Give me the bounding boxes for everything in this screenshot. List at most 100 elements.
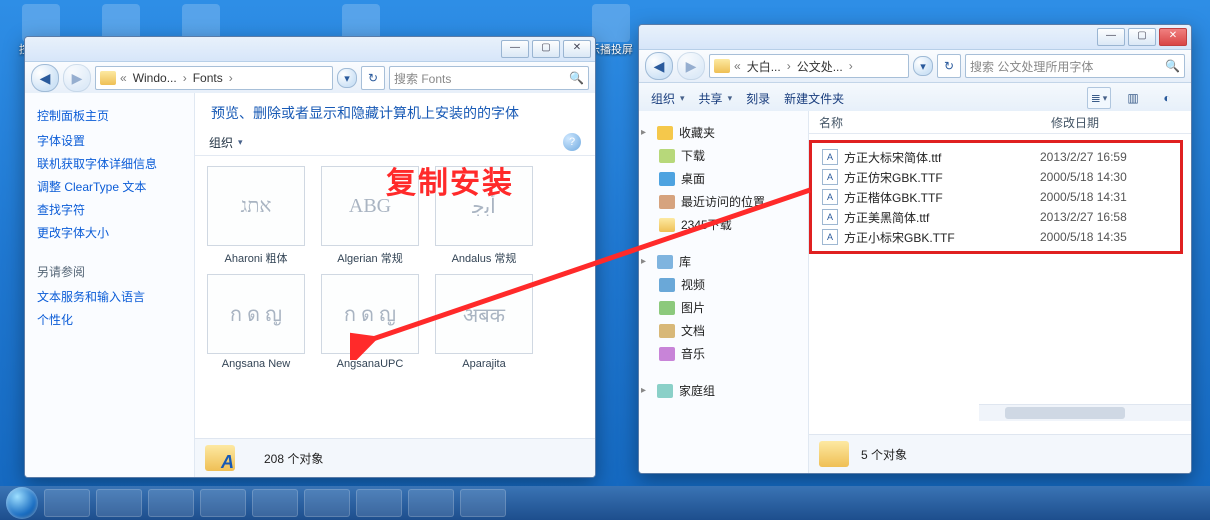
tree-downloads[interactable]: 下载 <box>641 144 808 167</box>
breadcrumb-back[interactable]: « <box>732 59 743 73</box>
search-input[interactable]: 搜索 公文处理所用字体 🔍 <box>965 54 1185 78</box>
tree-2345[interactable]: 2345下载 <box>641 213 808 236</box>
tree-documents[interactable]: 文档 <box>641 319 808 342</box>
sidebar-link-cleartype[interactable]: 调整 ClearType 文本 <box>37 178 194 195</box>
titlebar[interactable]: — ▢ ✕ <box>639 25 1191 50</box>
sidebar-header: 控制面板主页 <box>37 107 194 124</box>
new-folder-button[interactable]: 新建文件夹 <box>784 90 844 107</box>
homegroup-icon <box>657 384 673 398</box>
taskbar-item[interactable] <box>148 489 194 517</box>
titlebar[interactable]: — ▢ ✕ <box>25 37 595 62</box>
nav-row: ◀ ▶ « Windo... › Fonts › ▾ ↻ 搜索 Fonts 🔍 <box>25 62 595 95</box>
font-file-icon: A <box>822 209 838 225</box>
taskbar-item[interactable] <box>44 489 90 517</box>
address-bar[interactable]: « 大白... › 公文处... › <box>709 54 909 78</box>
taskbar-item[interactable] <box>252 489 298 517</box>
breadcrumb-back[interactable]: « <box>118 71 129 85</box>
address-bar[interactable]: « Windo... › Fonts › <box>95 66 333 90</box>
organize-menu[interactable]: 组织 <box>651 90 685 107</box>
font-file-icon: A <box>822 189 838 205</box>
taskbar-item[interactable] <box>356 489 402 517</box>
history-dropdown-button[interactable]: ▾ <box>337 68 357 88</box>
file-name: 方正美黑简体.ttf <box>844 209 1040 226</box>
taskbar-item[interactable] <box>304 489 350 517</box>
minimize-button[interactable]: — <box>1097 28 1125 46</box>
sidebar-link-font-settings[interactable]: 字体设置 <box>37 132 194 149</box>
tree-recent[interactable]: 最近访问的位置 <box>641 190 808 213</box>
minimize-button[interactable]: — <box>501 40 529 58</box>
file-name: 方正小标宋GBK.TTF <box>844 229 1040 246</box>
close-button[interactable]: ✕ <box>1159 28 1187 46</box>
back-button[interactable]: ◀ <box>31 64 59 92</box>
star-icon <box>657 126 673 140</box>
font-item[interactable]: אתגAharoni 粗体 <box>203 166 309 266</box>
taskbar-item[interactable] <box>460 489 506 517</box>
back-button[interactable]: ◀ <box>645 52 673 80</box>
organize-menu[interactable]: 组织 <box>209 134 243 151</box>
refresh-button[interactable]: ↻ <box>937 54 961 78</box>
sidebar-link-text-services[interactable]: 文本服务和输入语言 <box>37 288 194 305</box>
taskbar-item[interactable] <box>96 489 142 517</box>
file-row[interactable]: A方正美黑简体.ttf2013/2/27 16:58 <box>812 207 1180 227</box>
font-item[interactable]: ABGAlgerian 常规 <box>317 166 423 266</box>
help-icon[interactable]: ? <box>563 133 581 151</box>
font-file-icon: A <box>822 149 838 165</box>
tree-libraries[interactable]: ▸库 <box>641 250 808 273</box>
refresh-button[interactable]: ↻ <box>361 66 385 90</box>
file-row[interactable]: A方正仿宋GBK.TTF2000/5/18 14:30 <box>812 167 1180 187</box>
fonts-heading: 预览、删除或者显示和隐藏计算机上安装的的字体 <box>195 93 595 129</box>
sidebar-link-online-fonts[interactable]: 联机获取字体详细信息 <box>37 155 194 172</box>
view-mode-button[interactable]: ≣ <box>1087 87 1111 109</box>
tree-music[interactable]: 音乐 <box>641 342 808 365</box>
sidebar-link-font-size[interactable]: 更改字体大小 <box>37 224 194 241</box>
tree-desktop[interactable]: 桌面 <box>641 167 808 190</box>
maximize-button[interactable]: ▢ <box>532 40 560 58</box>
breadcrumb-sep: › <box>227 71 235 85</box>
taskbar[interactable] <box>0 486 1210 520</box>
scrollbar-thumb[interactable] <box>1005 407 1125 419</box>
breadcrumb[interactable]: 公文处... <box>795 58 845 75</box>
font-file-icon: A <box>822 169 838 185</box>
music-icon <box>659 347 675 361</box>
sidebar-link-find-char[interactable]: 查找字符 <box>37 201 194 218</box>
search-input[interactable]: 搜索 Fonts 🔍 <box>389 66 589 90</box>
font-item[interactable]: ก ด ญAngsanaUPC <box>317 274 423 370</box>
tree-favorites[interactable]: ▸收藏夹 <box>641 121 808 144</box>
breadcrumb[interactable]: Windo... <box>131 71 179 85</box>
start-button[interactable] <box>6 487 38 519</box>
preview-pane-button[interactable]: ▥ <box>1121 87 1145 109</box>
recent-icon <box>659 195 675 209</box>
font-grid: אתגAharoni 粗体 ABGAlgerian 常规 أﺑﺟAndalus … <box>195 156 595 380</box>
help-button[interactable]: ◐ <box>1155 87 1179 109</box>
col-name-header[interactable]: 名称 <box>813 114 1051 131</box>
maximize-button[interactable]: ▢ <box>1128 28 1156 46</box>
sidebar-link-personalize[interactable]: 个性化 <box>37 311 194 328</box>
status-bar: A 208 个对象 <box>195 438 595 477</box>
forward-button: ▶ <box>63 64 91 92</box>
sidebar-see-also-header: 另请参阅 <box>37 263 194 280</box>
breadcrumb[interactable]: 大白... <box>745 58 783 75</box>
font-thumb: ก ด ญ <box>321 274 419 354</box>
close-button[interactable]: ✕ <box>563 40 591 58</box>
tree-homegroup[interactable]: ▸家庭组 <box>641 379 808 402</box>
status-folder-icon <box>819 441 849 467</box>
font-item[interactable]: ก ด ญAngsana New <box>203 274 309 370</box>
col-date-header[interactable]: 修改日期 <box>1051 114 1191 131</box>
file-row[interactable]: A方正大标宋简体.ttf2013/2/27 16:59 <box>812 147 1180 167</box>
file-date: 2000/5/18 14:30 <box>1040 170 1180 184</box>
font-item[interactable]: अबकAparajita <box>431 274 537 370</box>
taskbar-item[interactable] <box>200 489 246 517</box>
burn-button[interactable]: 刻录 <box>746 90 770 107</box>
file-row[interactable]: A方正小标宋GBK.TTF2000/5/18 14:35 <box>812 227 1180 247</box>
font-name: Aparajita <box>431 358 537 370</box>
horizontal-scrollbar[interactable] <box>979 404 1191 421</box>
font-item[interactable]: أﺑﺟAndalus 常规 <box>431 166 537 266</box>
tree-pictures[interactable]: 图片 <box>641 296 808 319</box>
tree-videos[interactable]: 视频 <box>641 273 808 296</box>
picture-icon <box>659 301 675 315</box>
file-row[interactable]: A方正楷体GBK.TTF2000/5/18 14:31 <box>812 187 1180 207</box>
share-menu[interactable]: 共享 <box>699 90 733 107</box>
history-dropdown-button[interactable]: ▾ <box>913 56 933 76</box>
breadcrumb[interactable]: Fonts <box>191 71 225 85</box>
taskbar-item[interactable] <box>408 489 454 517</box>
